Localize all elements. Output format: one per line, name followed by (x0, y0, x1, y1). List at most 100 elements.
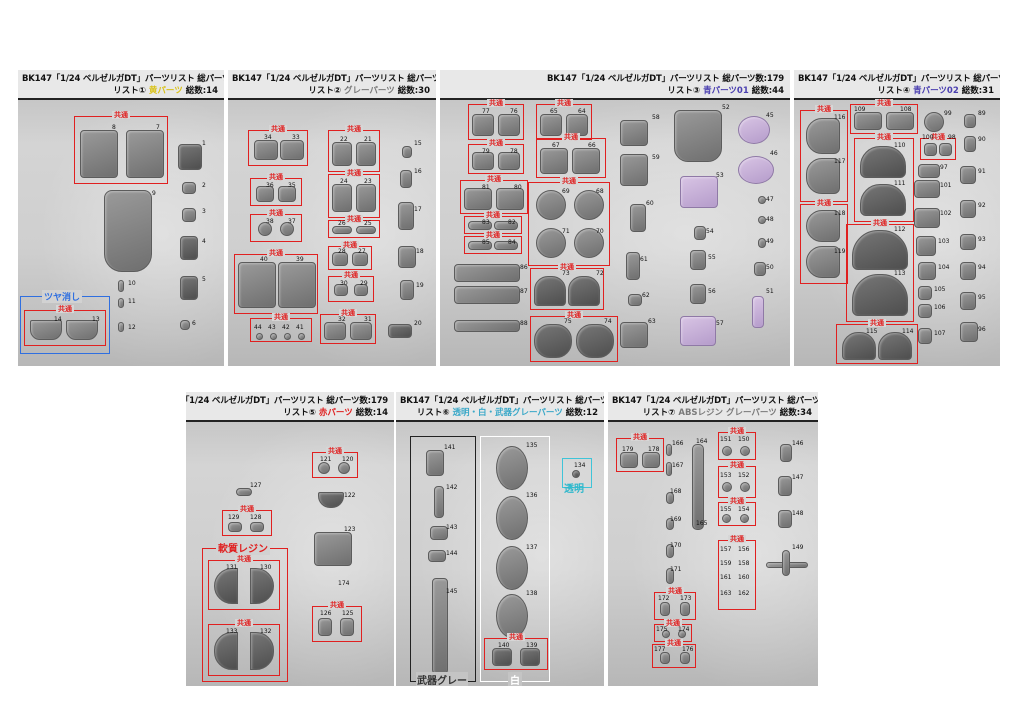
parts-panel-list2: BK147「1/24 ベルゼルガDT」パーツリスト 総パーツ数:179 リスト②… (228, 70, 436, 366)
part-number: 38 (266, 218, 274, 225)
common-label: 共通 (267, 209, 285, 217)
parts-panel-list6: BK147「1/24 ベルゼルガDT」パーツリスト 総パーツ数:179 リスト⑥… (396, 392, 604, 686)
part-number: 101 (940, 182, 952, 189)
soft-resin-label: 軟質レジン (216, 540, 270, 555)
parts-panel-list1: BK147「1/24 ベルゼルガDT」パーツリスト 総パーツ数:179 リスト①… (18, 70, 224, 366)
part (314, 532, 352, 566)
part (694, 226, 706, 240)
panel-title: BK147「1/24 ベルゼルガDT」パーツリスト 総パーツ数:179 (400, 396, 604, 406)
panel-title: BK147「1/24 ベルゼルガDT」パーツリスト 総パーツ数:179 (612, 396, 818, 406)
part-number: 47 (766, 196, 774, 203)
part-number: 11 (128, 298, 136, 305)
part (388, 324, 412, 338)
part (964, 114, 976, 128)
part (398, 246, 416, 268)
common-label: 共通 (871, 219, 889, 227)
part-number: 169 (670, 516, 682, 523)
common-group: 共通 (484, 633, 548, 670)
part-number: 41 (296, 324, 304, 331)
list-number: リスト① (113, 86, 146, 96)
part (914, 208, 940, 228)
common-label: 共通 (235, 619, 253, 627)
part-number: 159 (720, 560, 732, 567)
part-number: 147 (792, 474, 804, 481)
part (960, 262, 976, 280)
part-number: 32 (338, 316, 346, 323)
part-number: 18 (416, 248, 424, 255)
part-number: 36 (266, 182, 274, 189)
common-label: 共通 (555, 99, 573, 107)
part (454, 286, 520, 304)
part-number: 72 (596, 270, 604, 277)
part-number: 35 (288, 182, 296, 189)
parts-panel-list5: BK147「1/24 ベルゼルガDT」パーツリスト 総パーツ数:179 リスト⑤… (186, 392, 394, 686)
panel-header: BK147「1/24 ベルゼルガDT」パーツリスト 総パーツ数:179 リスト④… (794, 70, 1000, 100)
part (758, 238, 766, 248)
part-number: 13 (92, 316, 100, 323)
part-number: 23 (364, 178, 372, 185)
part-number: 80 (514, 184, 522, 191)
part-number: 64 (578, 108, 586, 115)
part-number: 145 (446, 588, 458, 595)
part (628, 294, 642, 306)
part-number: 81 (482, 184, 490, 191)
part-count: 総数:14 (185, 86, 218, 96)
part (400, 280, 414, 300)
part-number: 26 (338, 220, 346, 227)
part-number: 94 (978, 264, 986, 271)
common-label: 共通 (665, 639, 683, 647)
part-number: 22 (340, 136, 348, 143)
part-number: 178 (648, 446, 660, 453)
panel-subtitle: リスト⑦ ABSレジン グレーパーツ 総数:34 (643, 406, 812, 418)
panel-subtitle: リスト⑤ 赤パーツ 総数:14 (283, 406, 388, 418)
common-group: 共通 (718, 461, 756, 498)
panel-header: BK147「1/24 ベルゼルガDT」パーツリスト 総パーツ数:179 リスト②… (228, 70, 436, 100)
panel-subtitle: リスト④ 青パーツ02 総数:31 (877, 84, 994, 96)
common-label: 共通 (815, 199, 833, 207)
common-group: 共通 (328, 215, 380, 238)
part (758, 196, 766, 204)
part-number: 100 (922, 134, 934, 141)
material-label: 青パーツ02 (913, 86, 959, 96)
common-group: 共通 (800, 105, 848, 202)
part-number: 164 (696, 438, 708, 445)
common-label: 共通 (484, 231, 502, 239)
part-number: 105 (934, 286, 946, 293)
part-number: 89 (978, 110, 986, 117)
part-number: 104 (938, 264, 950, 271)
part-number: 33 (292, 134, 300, 141)
part (236, 488, 252, 496)
part-number: 116 (834, 114, 846, 121)
part-number: 93 (978, 236, 986, 243)
part-number: 37 (288, 218, 296, 225)
part-number: 118 (834, 210, 846, 217)
part-number: 123 (344, 526, 356, 533)
part-number: 125 (342, 610, 354, 617)
part-number: 96 (978, 326, 986, 333)
common-label: 共通 (728, 497, 746, 505)
part-number: 45 (766, 112, 774, 119)
list-number: リスト⑥ (416, 408, 450, 418)
panel-header: BK147「1/24 ベルゼルガDT」パーツリスト 総パーツ数:179 リスト①… (18, 70, 224, 100)
part-number: 51 (766, 288, 774, 295)
part-number: 133 (226, 628, 238, 635)
part-number: 127 (250, 482, 262, 489)
part-number: 131 (226, 564, 238, 571)
part-number: 114 (902, 328, 914, 335)
part (118, 280, 124, 292)
part-number: 10 (128, 280, 136, 287)
part (690, 284, 706, 304)
part-number: 48 (766, 216, 774, 223)
part-number: 108 (900, 106, 912, 113)
part-number: 14 (54, 316, 62, 323)
part-number: 40 (260, 256, 268, 263)
part-number: 70 (596, 228, 604, 235)
part-number: 122 (344, 492, 356, 499)
common-label: 共通 (868, 319, 886, 327)
part-number: 126 (320, 610, 332, 617)
part-number: 53 (716, 172, 724, 179)
part-number: 21 (364, 136, 372, 143)
part-number: 57 (716, 320, 724, 327)
part-number: 107 (934, 330, 946, 337)
part-number: 165 (696, 520, 708, 527)
